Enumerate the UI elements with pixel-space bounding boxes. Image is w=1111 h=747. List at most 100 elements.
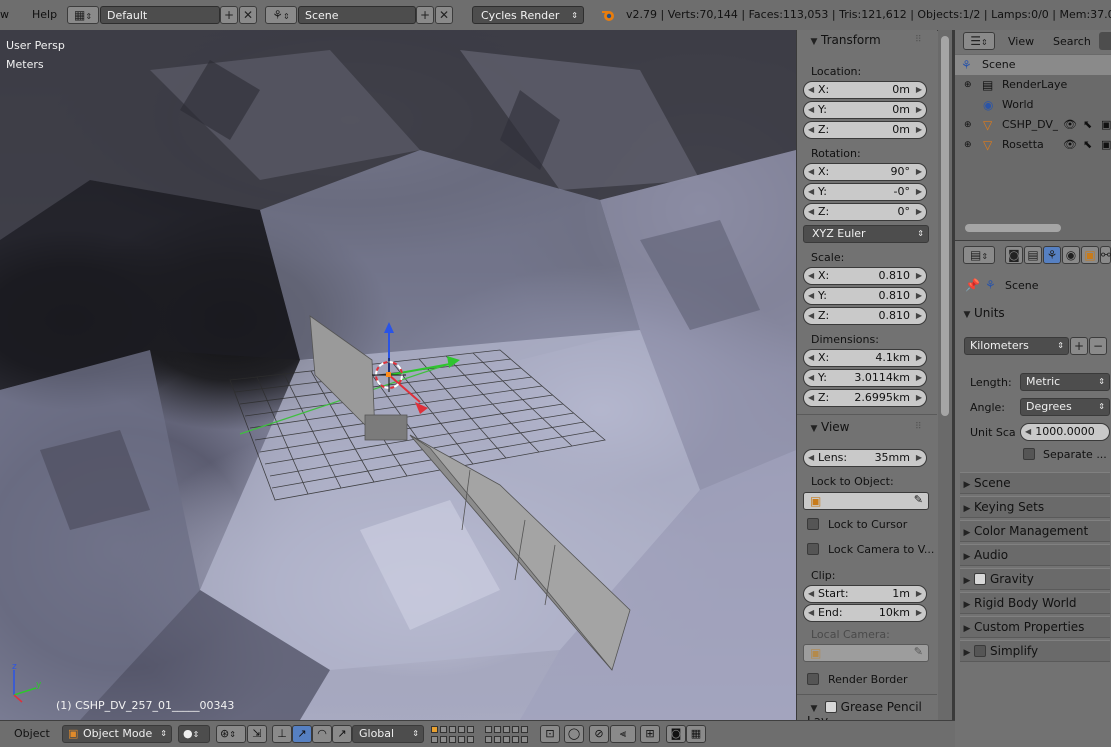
- drag-handle-icon[interactable]: ⠿: [915, 35, 922, 45]
- scale-x-field[interactable]: ◀ X: 0.810 ▶: [803, 267, 927, 285]
- layer-cell[interactable]: [449, 726, 456, 733]
- eyedropper-icon[interactable]: ✎: [914, 493, 923, 506]
- grease-pencil-checkbox[interactable]: [824, 700, 837, 713]
- object-menu[interactable]: Object: [14, 727, 50, 740]
- tab-object[interactable]: ▣: [1081, 246, 1099, 264]
- render-engine-dropdown[interactable]: Cycles Render ⇕: [472, 6, 584, 24]
- selectable-cursor-icon[interactable]: ⬉: [1083, 135, 1092, 155]
- outliner-row-cshp[interactable]: ⊕ ▽ CSHP_DV_2 👁 ⬉ ▣: [955, 115, 1111, 135]
- scene-field[interactable]: Scene: [298, 6, 416, 24]
- view-panel-header[interactable]: ▼ View: [807, 420, 850, 434]
- sidebar-scrollbar[interactable]: [938, 30, 952, 720]
- display-mode-dropdown[interactable]: [1099, 32, 1111, 50]
- layer-cell[interactable]: [521, 735, 528, 743]
- visibility-eye-icon[interactable]: 👁: [1063, 135, 1077, 155]
- tab-constraints[interactable]: ⚯: [1100, 246, 1111, 264]
- transform-manipulator[interactable]: ↗: [332, 725, 352, 743]
- separate-units-checkbox[interactable]: [1023, 448, 1035, 460]
- angle-system-dropdown[interactable]: Degrees ⇕: [1020, 398, 1110, 416]
- remove-preset-button[interactable]: −: [1089, 337, 1107, 355]
- keying-sets-section[interactable]: ▶ Keying Sets: [960, 496, 1110, 518]
- unit-scale-field[interactable]: ◀ 1000.0000: [1020, 423, 1110, 441]
- opengl-render-animation-button[interactable]: ▦: [686, 725, 706, 743]
- outliner-row-rosetta[interactable]: ⊕ ▽ Rosetta 👁 ⬉ ▣: [955, 135, 1111, 155]
- opengl-render-button[interactable]: ◙: [666, 725, 686, 743]
- viewport-shading-dropdown[interactable]: ●⇕: [178, 725, 210, 743]
- menu-window[interactable]: w: [0, 8, 9, 21]
- transform-orientation-dropdown[interactable]: Global ⇕: [352, 725, 424, 743]
- layer-cell[interactable]: [521, 726, 528, 733]
- editor-type-selector[interactable]: ☰⇕: [963, 32, 995, 50]
- eyedropper-icon[interactable]: ✎: [914, 645, 923, 658]
- clip-start-field[interactable]: ◀ Start: 1m ▶: [803, 585, 927, 603]
- snap-element-dropdown[interactable]: ⫷: [610, 725, 636, 743]
- proportional-editing-button[interactable]: ◯: [564, 725, 584, 743]
- layers-group-1[interactable]: [430, 725, 480, 745]
- layer-cell[interactable]: [512, 735, 519, 743]
- add-scene-button[interactable]: +: [416, 6, 434, 24]
- gravity-checkbox[interactable]: [974, 572, 986, 585]
- layer-cell[interactable]: [458, 726, 465, 733]
- lock-object-field[interactable]: ▣ ✎: [803, 492, 929, 510]
- layer-cell[interactable]: [485, 735, 492, 743]
- layer-cell[interactable]: [485, 726, 492, 733]
- custom-properties-section[interactable]: ▶ Custom Properties: [960, 616, 1110, 638]
- clip-end-field[interactable]: ◀ End: 10km ▶: [803, 604, 927, 622]
- scene-section[interactable]: ▶ Scene: [960, 472, 1110, 494]
- tab-render[interactable]: ◙: [1005, 246, 1023, 264]
- dimensions-y-field[interactable]: ◀ Y: 3.0114km ▶: [803, 369, 927, 387]
- outliner-search-menu[interactable]: Search: [1053, 35, 1091, 48]
- rotate-manipulator[interactable]: ↗: [292, 725, 312, 743]
- layer-cell[interactable]: [503, 735, 510, 743]
- render-camera-icon[interactable]: ▣: [1101, 135, 1111, 155]
- layer-cell[interactable]: [440, 726, 447, 733]
- tab-render-layers[interactable]: ▤: [1024, 246, 1042, 264]
- layers-group-2[interactable]: [484, 725, 534, 745]
- render-camera-icon[interactable]: ▣: [1101, 115, 1111, 135]
- gravity-section[interactable]: ▶ Gravity: [960, 568, 1110, 590]
- screen-layout-selector[interactable]: ▦⇕: [67, 6, 99, 24]
- tab-scene[interactable]: ⚘: [1043, 246, 1061, 264]
- location-y-field[interactable]: ◀ Y: 0m ▶: [803, 101, 927, 119]
- rigid-body-world-section[interactable]: ▶ Rigid Body World: [960, 592, 1110, 614]
- simplify-checkbox[interactable]: [974, 644, 986, 657]
- mode-dropdown[interactable]: ▣ Object Mode ⇕: [62, 725, 172, 743]
- visibility-eye-icon[interactable]: 👁: [1063, 115, 1077, 135]
- outliner-row-scene[interactable]: ⚘ Scene: [955, 55, 1111, 75]
- menu-help[interactable]: Help: [32, 8, 57, 21]
- layer-cell[interactable]: [494, 735, 501, 743]
- lock-to-cursor-checkbox[interactable]: [807, 518, 819, 530]
- rotation-z-field[interactable]: ◀ Z: 0° ▶: [803, 203, 927, 221]
- outliner-row-renderlayers[interactable]: ⊕ ▤ RenderLaye: [955, 75, 1111, 95]
- snap-toggle[interactable]: ⊘: [589, 725, 609, 743]
- location-z-field[interactable]: ◀ Z: 0m ▶: [803, 121, 927, 139]
- simplify-section[interactable]: ▶ Simplify: [960, 640, 1110, 662]
- layer-cell-active[interactable]: [431, 726, 438, 733]
- layer-cell[interactable]: [449, 735, 456, 743]
- layer-cell[interactable]: [503, 726, 510, 733]
- pivot-point-dropdown[interactable]: ⊛⇕: [216, 725, 246, 743]
- lock-camera-checkbox[interactable]: [807, 543, 819, 555]
- dimensions-z-field[interactable]: ◀ Z: 2.6995km ▶: [803, 389, 927, 407]
- lens-field[interactable]: ◀ Lens: 35mm ▶: [803, 449, 927, 467]
- rotation-x-field[interactable]: ◀ X: 90° ▶: [803, 163, 927, 181]
- color-management-section[interactable]: ▶ Color Management: [960, 520, 1110, 542]
- tab-world[interactable]: ◉: [1062, 246, 1080, 264]
- scale-z-field[interactable]: ◀ Z: 0.810 ▶: [803, 307, 927, 325]
- selectable-cursor-icon[interactable]: ⬉: [1083, 115, 1092, 135]
- snap-target-button[interactable]: ⊞: [640, 725, 660, 743]
- transform-panel-header[interactable]: ▼ Transform: [807, 33, 881, 47]
- scale-y-field[interactable]: ◀ Y: 0.810 ▶: [803, 287, 927, 305]
- translate-manipulator[interactable]: ⊥: [272, 725, 292, 743]
- layer-cell[interactable]: [467, 726, 474, 733]
- outliner-h-scrollbar[interactable]: [965, 224, 1061, 232]
- scrollbar-thumb[interactable]: [941, 36, 949, 416]
- 3d-viewport[interactable]: z y User Persp Meters (1) CSHP_DV_257_01…: [0, 30, 796, 720]
- dimensions-x-field[interactable]: ◀ X: 4.1km ▶: [803, 349, 927, 367]
- add-layout-button[interactable]: +: [220, 6, 238, 24]
- rotation-mode-dropdown[interactable]: XYZ Euler ⇕: [803, 225, 929, 243]
- layer-cell[interactable]: [458, 735, 465, 743]
- outliner-view-menu[interactable]: View: [1008, 35, 1034, 48]
- unit-preset-dropdown[interactable]: Kilometers ⇕: [964, 337, 1069, 355]
- units-panel-header[interactable]: ▼ Units: [960, 303, 1110, 323]
